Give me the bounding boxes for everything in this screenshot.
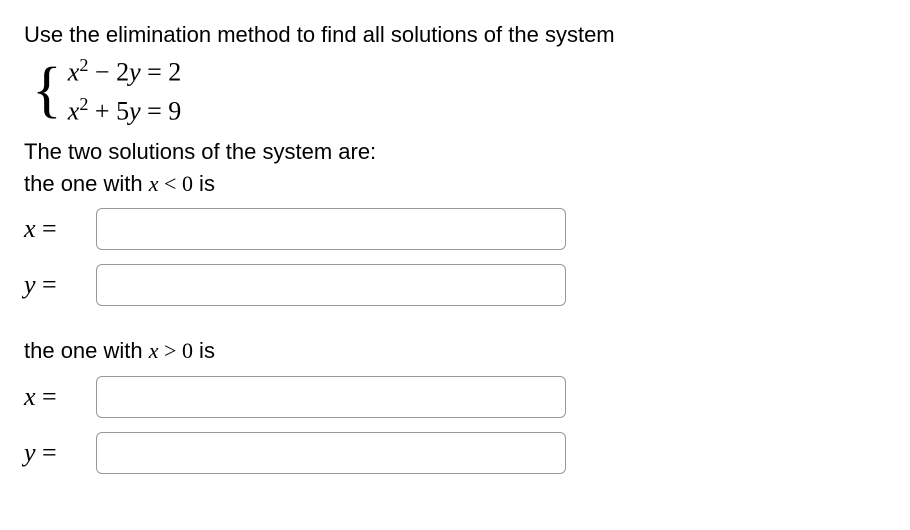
- positive-solution-label: the one with x > 0 is: [24, 336, 886, 366]
- equations-group: x2 − 2y = 2 x2 + 5y = 9: [68, 52, 182, 131]
- equation-2: x2 + 5y = 9: [68, 91, 182, 131]
- equation-system: { x2 − 2y = 2 x2 + 5y = 9: [32, 52, 886, 131]
- neg-suffix: is: [193, 171, 215, 196]
- pos-y-input[interactable]: [96, 432, 566, 474]
- x-equals-label: x =: [24, 214, 96, 244]
- neg-x-row: x =: [24, 208, 886, 250]
- neg-prefix: the one with: [24, 171, 149, 196]
- pos-suffix: is: [193, 338, 215, 363]
- x-equals-label-2: x =: [24, 382, 96, 412]
- solution-intro: The two solutions of the system are:: [24, 137, 886, 167]
- pos-x-row: x =: [24, 376, 886, 418]
- brace-icon: {: [32, 63, 62, 119]
- pos-prefix: the one with: [24, 338, 149, 363]
- neg-y-input[interactable]: [96, 264, 566, 306]
- pos-x-input[interactable]: [96, 376, 566, 418]
- pos-math: x > 0: [149, 338, 193, 363]
- y-equals-label-2: y =: [24, 438, 96, 468]
- equation-1: x2 − 2y = 2: [68, 52, 182, 92]
- instruction-text: Use the elimination method to find all s…: [24, 20, 886, 50]
- neg-math: x < 0: [149, 171, 193, 196]
- y-equals-label: y =: [24, 270, 96, 300]
- neg-x-input[interactable]: [96, 208, 566, 250]
- negative-solution-label: the one with x < 0 is: [24, 169, 886, 199]
- pos-y-row: y =: [24, 432, 886, 474]
- neg-y-row: y =: [24, 264, 886, 306]
